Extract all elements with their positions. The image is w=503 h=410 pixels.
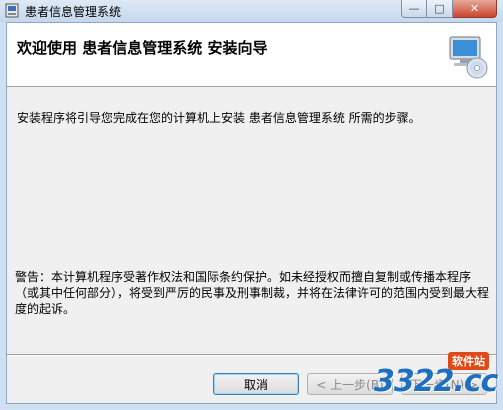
next-button[interactable]: 下一步(N) >: [401, 373, 487, 395]
installer-app-icon: [5, 3, 19, 18]
minimize-button[interactable]: —: [401, 0, 427, 18]
back-button[interactable]: < 上一步(B): [307, 373, 393, 395]
window-title: 患者信息管理系统: [25, 5, 122, 19]
cancel-button[interactable]: 取消: [213, 373, 299, 395]
button-separator: [7, 354, 496, 356]
computer-cd-icon: [449, 36, 488, 79]
installer-window: 患者信息管理系统 — □ ✕ 欢迎使用 患者信息管理系统 安装向导 安装程序将引…: [0, 0, 503, 410]
maximize-button[interactable]: □: [427, 0, 453, 18]
wizard-title: 欢迎使用 患者信息管理系统 安装向导: [17, 39, 268, 57]
close-button[interactable]: ✕: [453, 0, 497, 18]
copyright-warning: 警告：本计算机程序受著作权法和国际条约保护。如未经授权而擅自复制或传播本程序（或…: [15, 270, 490, 316]
title-bar[interactable]: 患者信息管理系统 — □ ✕: [0, 0, 503, 22]
intro-text: 安装程序将引导您完成在您的计算机上安装 患者信息管理系统 所需的步骤。: [17, 111, 421, 125]
window-controls: — □ ✕: [401, 0, 497, 18]
wizard-header: 欢迎使用 患者信息管理系统 安装向导: [7, 23, 496, 87]
wizard-client-area: 欢迎使用 患者信息管理系统 安装向导 安装程序将引导您完成在您的计算机上安装 患…: [6, 22, 497, 404]
